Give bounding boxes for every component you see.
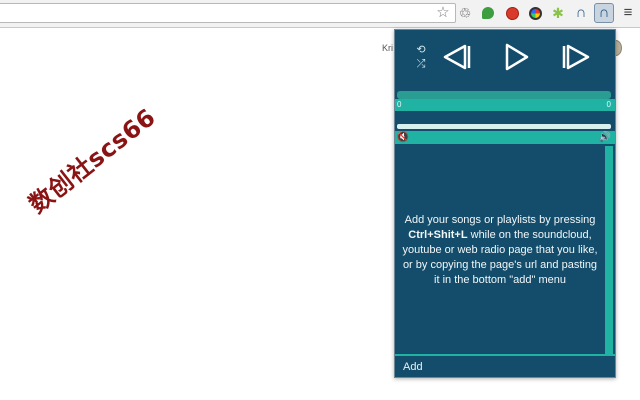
shuffle-icon[interactable]: ⤮ [412,57,430,71]
add-menu[interactable]: Add [395,354,615,377]
headphones-active-icon[interactable]: ∩ [594,3,614,23]
evernote-icon[interactable] [479,4,497,22]
browser-toolbar: ☆ ♲ ✱ ∩ ∩ ≡ [0,0,640,28]
headphones-icon[interactable]: ∩ [572,4,590,22]
color-wheel-icon[interactable] [526,4,544,22]
recycle-icon[interactable]: ♲ [456,4,474,22]
address-bar[interactable] [0,3,456,23]
menu-icon[interactable]: ≡ [619,4,637,22]
empty-playlist-instructions: Add your songs or playlists by pressing … [402,213,598,288]
next-track-icon[interactable] [562,44,592,70]
page-user-text[interactable]: Kri [382,43,393,53]
player-controls: ⟲ ⤮ [395,30,615,86]
stop-icon[interactable] [503,4,521,22]
volume-bar [395,131,615,144]
volume-up-icon[interactable]: 🔊 [598,131,612,144]
star-icon[interactable]: ☆ [434,4,452,22]
progress-slider[interactable] [397,91,611,99]
progress-bar [395,99,615,111]
playlist-scrollbar[interactable] [605,146,613,354]
volume-slider[interactable] [397,124,611,129]
android-icon[interactable]: ✱ [549,4,567,22]
music-player-popup: ⟲ ⤮ 0 0 🔇 🔊 Add your songs or playlists … [394,29,616,378]
current-time: 0 [397,100,402,109]
total-time: 0 [606,100,611,109]
playlist-area: Add your songs or playlists by pressing … [395,146,605,354]
repeat-icon[interactable]: ⟲ [412,43,430,57]
watermark-text: 数创社scs66 [23,103,161,219]
instructions-text-1: Add your songs or playlists by pressing [404,213,596,226]
play-icon[interactable] [504,43,530,71]
previous-track-icon[interactable] [441,44,471,70]
keyboard-shortcut: Ctrl+Shit+L [408,228,468,241]
mute-icon[interactable]: 🔇 [396,131,410,144]
add-button[interactable]: Add [403,361,423,373]
